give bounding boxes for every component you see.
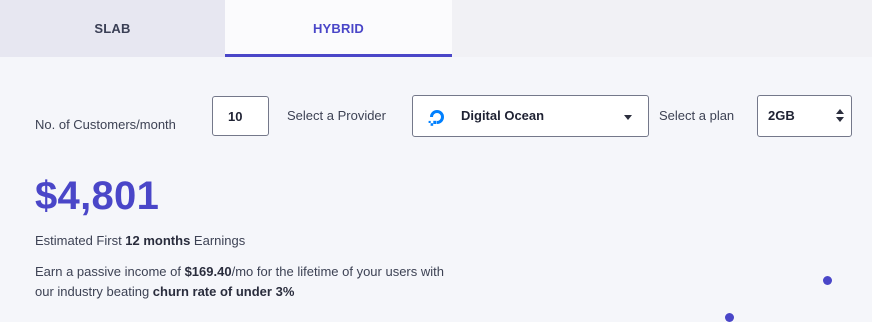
digitalocean-logo-icon <box>428 110 444 126</box>
chevron-down-icon <box>624 115 632 120</box>
plan-label: Select a plan <box>659 108 735 123</box>
select-arrows-icon <box>836 109 844 125</box>
customers-input[interactable]: 10 <box>212 96 269 136</box>
passive-income-text: Earn a passive income of $169.40/mo for … <box>35 264 444 299</box>
tab-hybrid[interactable]: HYBRID <box>225 0 452 57</box>
tab-bar: SLAB HYBRID <box>0 0 872 57</box>
plan-select[interactable]: 2GB <box>757 95 852 137</box>
decorative-dot <box>823 276 832 285</box>
customers-value: 10 <box>228 108 243 124</box>
estimate-caption: Estimated First 12 months Earnings <box>35 233 246 248</box>
tab-slab[interactable]: SLAB <box>0 0 225 57</box>
provider-label: Select a Provider <box>287 108 386 123</box>
passive-amount: $169.40 <box>184 264 232 279</box>
plan-value: 2GB <box>768 108 795 123</box>
churn-rate-text: churn rate of under 3% <box>152 284 295 299</box>
earnings-amount: $4,801 <box>35 174 160 218</box>
provider-select[interactable]: Digital Ocean <box>412 95 649 137</box>
customers-label: No. of Customers/month <box>35 117 176 132</box>
provider-value: Digital Ocean <box>461 108 545 123</box>
estimate-period: 12 months <box>125 233 191 248</box>
